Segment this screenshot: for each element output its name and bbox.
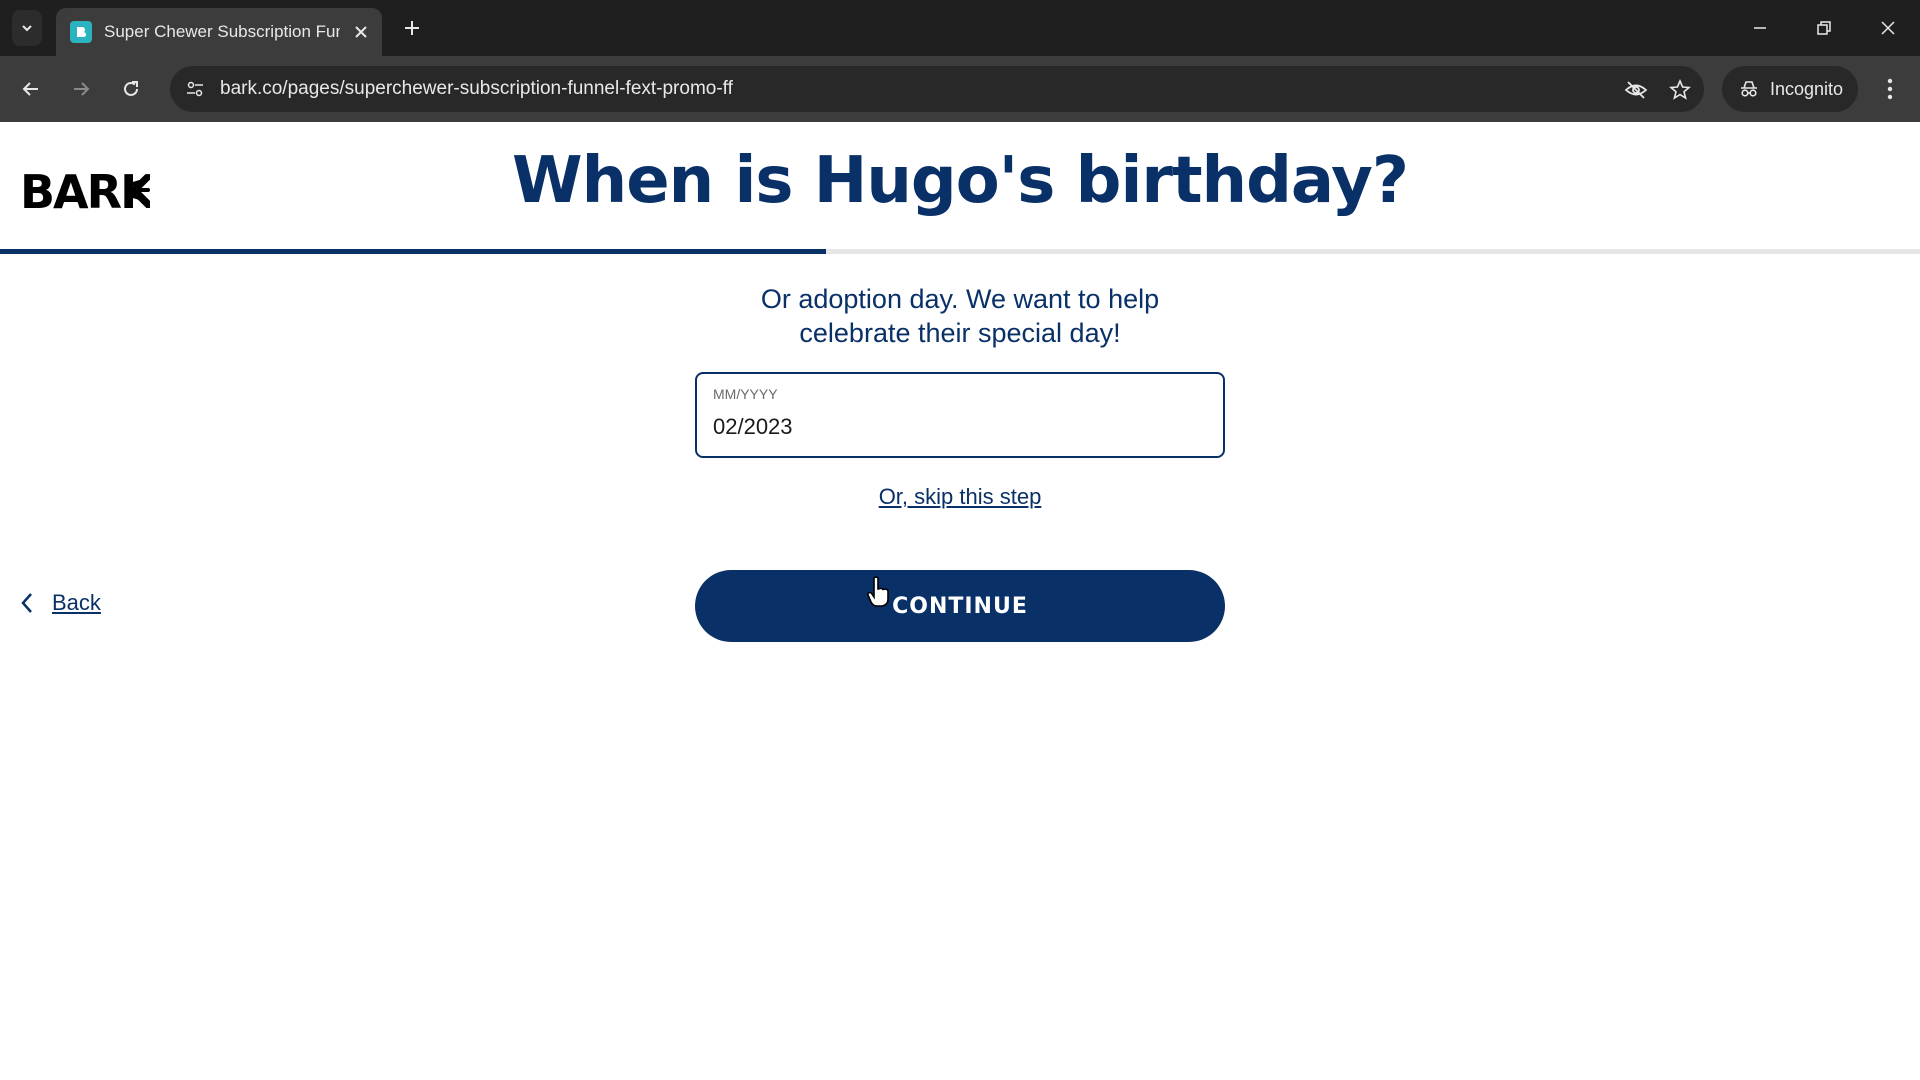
tab-bar: Super Chewer Subscription Fun	[0, 0, 1920, 56]
tab-search-button[interactable]	[12, 10, 42, 46]
reload-button[interactable]	[114, 72, 148, 106]
more-vertical-icon	[1887, 78, 1893, 100]
tab-title: Super Chewer Subscription Fun	[104, 22, 340, 41]
back-link[interactable]: Back	[20, 590, 101, 616]
skip-step-container: Or, skip this step	[0, 484, 1920, 510]
address-bar[interactable]: bark.co/pages/superchewer-subscription-f…	[170, 66, 1704, 112]
plus-icon	[405, 21, 419, 35]
chevron-left-icon	[21, 593, 32, 613]
progress-bar-fill	[0, 249, 826, 254]
arrow-right-icon	[74, 82, 90, 96]
incognito-label: Incognito	[1770, 78, 1844, 99]
hand-cursor-icon	[867, 576, 889, 607]
site-settings-icon[interactable]	[182, 76, 208, 102]
page-content: BARK When is Hugo's birthday? Or adoptio…	[0, 122, 1920, 1080]
continue-button[interactable]: CONTINUE	[695, 570, 1225, 642]
subtitle-line-2: celebrate their special day!	[799, 318, 1121, 348]
page-title: When is Hugo's birthday?	[512, 144, 1409, 218]
browser-menu-button[interactable]	[1876, 72, 1904, 106]
continue-label: CONTINUE	[892, 593, 1028, 619]
chevron-down-icon	[22, 25, 32, 32]
eye-off-icon[interactable]	[1622, 76, 1650, 104]
birthday-date-field[interactable]: MM/YYYY	[695, 372, 1225, 458]
minimize-button[interactable]	[1740, 10, 1780, 46]
incognito-indicator[interactable]: Incognito	[1722, 66, 1858, 112]
birthday-date-input[interactable]	[713, 410, 1193, 444]
incognito-icon	[1741, 81, 1757, 97]
reload-icon	[124, 81, 138, 96]
date-field-label: MM/YYYY	[713, 386, 778, 402]
close-icon	[1881, 21, 1895, 35]
close-tab-icon[interactable]	[350, 21, 372, 43]
forward-nav-button[interactable]	[64, 72, 98, 106]
skip-step-link[interactable]: Or, skip this step	[879, 484, 1042, 509]
close-window-button[interactable]	[1868, 10, 1908, 46]
url-text: bark.co/pages/superchewer-subscription-f…	[220, 78, 733, 99]
arrow-left-icon	[22, 82, 38, 96]
back-label: Back	[52, 590, 101, 615]
restore-button[interactable]	[1804, 10, 1844, 46]
active-tab[interactable]: Super Chewer Subscription Fun	[56, 8, 382, 56]
bark-favicon-icon	[70, 21, 92, 43]
subtitle: Or adoption day. We want to help celebra…	[660, 282, 1260, 350]
bookmark-star-icon[interactable]	[1666, 76, 1694, 104]
subtitle-line-1: Or adoption day. We want to help	[760, 284, 1160, 314]
progress-bar	[0, 249, 1920, 254]
restore-icon	[1817, 21, 1831, 35]
new-tab-button[interactable]	[398, 14, 426, 42]
browser-toolbar: bark.co/pages/superchewer-subscription-f…	[0, 56, 1920, 122]
back-nav-button[interactable]	[14, 72, 48, 106]
minimize-icon	[1754, 27, 1766, 29]
